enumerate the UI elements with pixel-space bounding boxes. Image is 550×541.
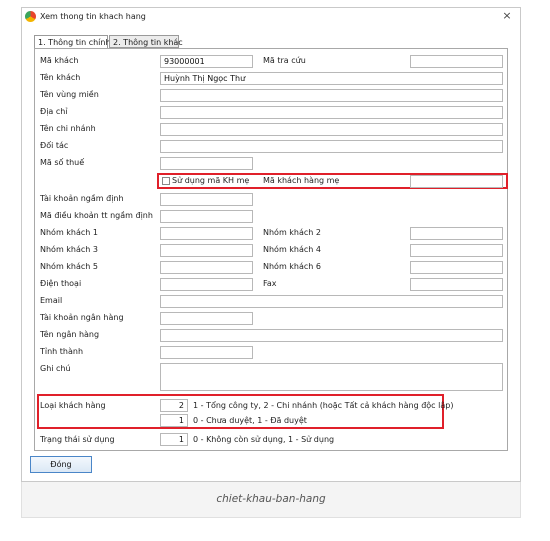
customer-group-2-label: Nhóm khách 2	[263, 228, 321, 237]
default-account-label: Tài khoản ngầm định	[40, 194, 124, 203]
customer-info-dialog: Xem thong tin khach hang × 1. Thông tin …	[21, 7, 521, 482]
bank-name-label: Tên ngân hàng	[40, 330, 100, 339]
customer-name-label: Tên khách	[40, 73, 81, 82]
use-parent-code-label: Sử dụng mã KH mẹ	[172, 176, 250, 185]
main-info-panel: Mã khách 93000001 Mã tra cứu Tên khách H…	[34, 48, 508, 451]
close-icon[interactable]: ×	[500, 9, 514, 23]
notes-label: Ghi chú	[40, 364, 71, 373]
email-label: Email	[40, 296, 63, 305]
app-icon	[25, 11, 36, 22]
customer-code-label: Mã khách	[40, 56, 79, 65]
customer-type-label: Loại khách hàng	[40, 401, 106, 410]
usage-status-hint: 0 - Không còn sử dụng, 1 - Sử dụng	[193, 435, 335, 444]
customer-group-5-label: Nhóm khách 5	[40, 262, 98, 271]
province-field[interactable]	[160, 346, 253, 359]
customer-group-4-label: Nhóm khách 4	[263, 245, 321, 254]
bank-name-field[interactable]	[160, 329, 503, 342]
bank-account-label: Tài khoản ngân hàng	[40, 313, 124, 322]
usage-status-label: Trạng thái sử dụng	[40, 435, 115, 444]
approval-status-hint: 0 - Chưa duyệt, 1 - Đã duyệt	[193, 416, 307, 425]
customer-group-6-label: Nhóm khách 6	[263, 262, 321, 271]
tax-code-field[interactable]	[160, 157, 253, 170]
bank-account-field[interactable]	[160, 312, 253, 325]
email-field[interactable]	[160, 295, 503, 308]
use-parent-code-checkbox[interactable]	[162, 177, 170, 185]
notes-field[interactable]	[160, 363, 503, 391]
customer-group-2-field[interactable]	[410, 227, 503, 240]
default-account-field[interactable]	[160, 193, 253, 206]
address-field[interactable]	[160, 106, 503, 119]
customer-group-4-field[interactable]	[410, 244, 503, 257]
title-bar: Xem thong tin khach hang ×	[22, 8, 520, 26]
branch-name-field[interactable]	[160, 123, 503, 136]
region-name-label: Tên vùng miền	[40, 90, 99, 99]
customer-type-field[interactable]: 2	[160, 399, 188, 412]
partner-label: Đối tác	[40, 141, 69, 150]
window-title: Xem thong tin khach hang	[40, 12, 146, 21]
tax-code-label: Mã số thuế	[40, 158, 85, 167]
customer-group-1-field[interactable]	[160, 227, 253, 240]
region-name-field[interactable]	[160, 89, 503, 102]
address-label: Địa chỉ	[40, 107, 68, 116]
phone-label: Điện thoại	[40, 279, 82, 288]
payment-terms-label: Mã điều khoản tt ngầm định	[40, 211, 153, 220]
parent-customer-code-label: Mã khách hàng mẹ	[263, 176, 340, 185]
partner-field[interactable]	[160, 140, 503, 153]
image-caption: chiet-khau-ban-hang	[216, 493, 326, 505]
parent-customer-code-field[interactable]	[410, 175, 503, 188]
usage-status-field[interactable]: 1	[160, 433, 188, 446]
lookup-code-label: Mã tra cứu	[263, 56, 306, 65]
approval-status-field[interactable]: 1	[160, 414, 188, 427]
province-label: Tỉnh thành	[40, 347, 84, 356]
phone-field[interactable]	[160, 278, 253, 291]
payment-terms-field[interactable]	[160, 210, 253, 223]
customer-code-field[interactable]: 93000001	[160, 55, 253, 68]
customer-type-hint: 1 - Tổng công ty, 2 - Chi nhánh (hoặc Tấ…	[193, 401, 454, 410]
close-button[interactable]: Đóng	[30, 456, 92, 473]
customer-group-6-field[interactable]	[410, 261, 503, 274]
customer-group-3-field[interactable]	[160, 244, 253, 257]
branch-name-label: Tên chi nhánh	[40, 124, 96, 133]
customer-group-1-label: Nhóm khách 1	[40, 228, 98, 237]
fax-label: Fax	[263, 279, 277, 288]
tab-other-info[interactable]: 2. Thông tin khác	[109, 35, 183, 48]
fax-field[interactable]	[410, 278, 503, 291]
tab-main-info[interactable]: 1. Thông tin chính	[34, 35, 111, 49]
customer-group-5-field[interactable]	[160, 261, 253, 274]
customer-name-field[interactable]: Huỳnh Thị Ngọc Thư	[160, 72, 503, 85]
lookup-code-field[interactable]	[410, 55, 503, 68]
customer-group-3-label: Nhóm khách 3	[40, 245, 98, 254]
